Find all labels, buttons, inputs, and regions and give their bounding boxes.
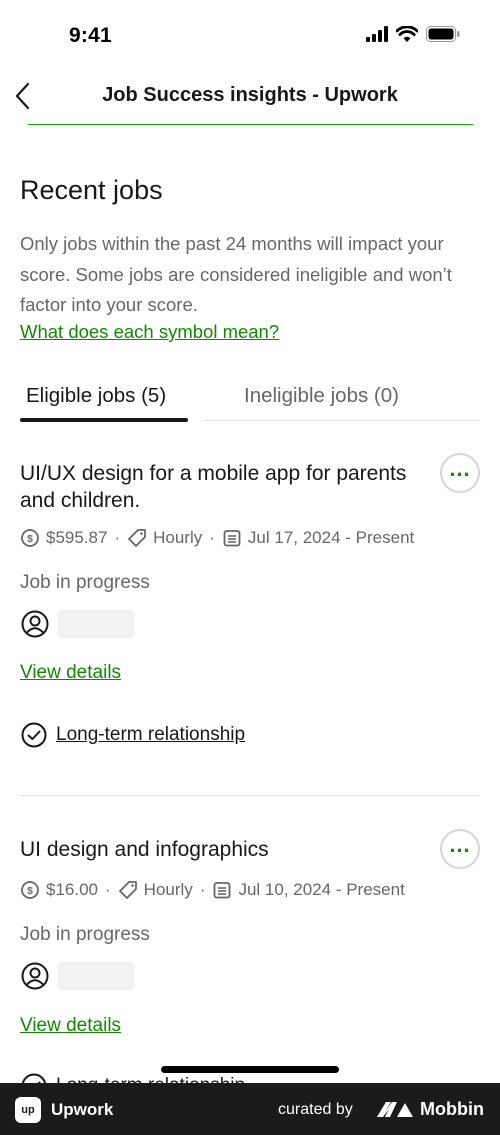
job-meta: $ $595.87 · Hourly · Jul 17, 2024 - Pres… bbox=[20, 528, 414, 548]
job-status: Job in progress bbox=[20, 924, 150, 945]
job-dates: Jul 17, 2024 - Present bbox=[247, 528, 415, 547]
view-details-link[interactable]: View details bbox=[20, 1015, 121, 1037]
price-tag-icon bbox=[118, 881, 137, 899]
wifi-icon bbox=[396, 26, 418, 42]
job-card: UI design and infographics ... $ $16.00 … bbox=[20, 829, 480, 1099]
footer-mobbin: Mobbin bbox=[420, 1099, 484, 1119]
more-dots-icon: ... bbox=[449, 832, 471, 857]
active-tab-indicator bbox=[20, 418, 188, 422]
tab-eligible-jobs[interactable]: Eligible jobs (5) bbox=[26, 384, 166, 408]
job-title: UI design and infographics bbox=[20, 838, 269, 861]
section-title: Recent jobs bbox=[20, 175, 163, 205]
status-time: 9:41 bbox=[69, 24, 112, 47]
upwork-logo-icon: up bbox=[15, 1097, 41, 1123]
meta-separator: · bbox=[105, 880, 111, 899]
long-term-relationship-badge[interactable]: Long-term relationship bbox=[56, 724, 245, 746]
status-icons bbox=[366, 26, 460, 42]
svg-text:$: $ bbox=[27, 886, 33, 897]
badge-row: Long-term relationship bbox=[20, 721, 245, 749]
nav-divider bbox=[28, 124, 473, 125]
cellular-signal-icon bbox=[366, 26, 388, 42]
price-tag-icon bbox=[128, 529, 147, 547]
tab-baseline bbox=[204, 420, 480, 421]
status-bar: 9:41 bbox=[0, 0, 500, 70]
home-indicator bbox=[161, 1066, 339, 1073]
job-tabs: Eligible jobs (5) Ineligible jobs (0) bbox=[20, 380, 480, 424]
client-avatar-icon bbox=[21, 610, 49, 638]
tab-ineligible-jobs[interactable]: Ineligible jobs (0) bbox=[244, 384, 399, 408]
symbol-help-link[interactable]: What does each symbol mean? bbox=[20, 321, 279, 343]
client-avatar-icon bbox=[21, 962, 49, 990]
view-details-link[interactable]: View details bbox=[20, 662, 121, 684]
job-title: UI/UX design for a mobile app for parent… bbox=[20, 462, 407, 512]
calendar-icon bbox=[214, 882, 231, 899]
job-type: Hourly bbox=[143, 880, 193, 899]
job-status: Job in progress bbox=[20, 572, 150, 593]
nav-bar: Job Success insights - Upwork bbox=[0, 72, 500, 122]
svg-text:$: $ bbox=[27, 534, 33, 545]
calendar-icon bbox=[223, 530, 241, 547]
meta-separator: · bbox=[209, 528, 215, 547]
job-dates: Jul 10, 2024 - Present bbox=[238, 880, 405, 899]
client-row bbox=[20, 609, 134, 639]
meta-separator: · bbox=[114, 528, 121, 547]
battery-icon bbox=[426, 26, 460, 42]
job-divider bbox=[20, 795, 480, 796]
job-amount: $16.00 bbox=[46, 880, 98, 899]
client-row bbox=[20, 961, 134, 991]
mobbin-logo-icon bbox=[377, 1102, 413, 1117]
meta-separator: · bbox=[199, 880, 206, 899]
job-card: UI/UX design for a mobile app for parent… bbox=[20, 453, 480, 760]
dollar-circle-icon: $ bbox=[21, 881, 39, 899]
more-dots-icon: ... bbox=[449, 456, 471, 481]
client-name-redacted bbox=[58, 610, 134, 638]
more-options-button[interactable]: ... bbox=[440, 829, 480, 869]
job-meta: $ $16.00 · Hourly · Jul 10, 2024 - Prese… bbox=[20, 880, 405, 900]
job-amount: $595.87 bbox=[46, 528, 108, 547]
more-options-button[interactable]: ... bbox=[440, 453, 480, 493]
page-title: Job Success insights - Upwork bbox=[102, 84, 398, 106]
job-type: Hourly bbox=[153, 528, 203, 547]
check-circle-icon bbox=[21, 722, 47, 748]
footer-curated-by: curated by bbox=[278, 1101, 353, 1118]
dollar-circle-icon: $ bbox=[21, 529, 39, 547]
client-name-redacted bbox=[58, 962, 134, 990]
section-description: Only jobs within the past 24 months will… bbox=[20, 233, 452, 315]
footer-bar: up Upwork curated by Mobbin bbox=[0, 1083, 500, 1135]
footer-brand: Upwork bbox=[51, 1100, 114, 1119]
